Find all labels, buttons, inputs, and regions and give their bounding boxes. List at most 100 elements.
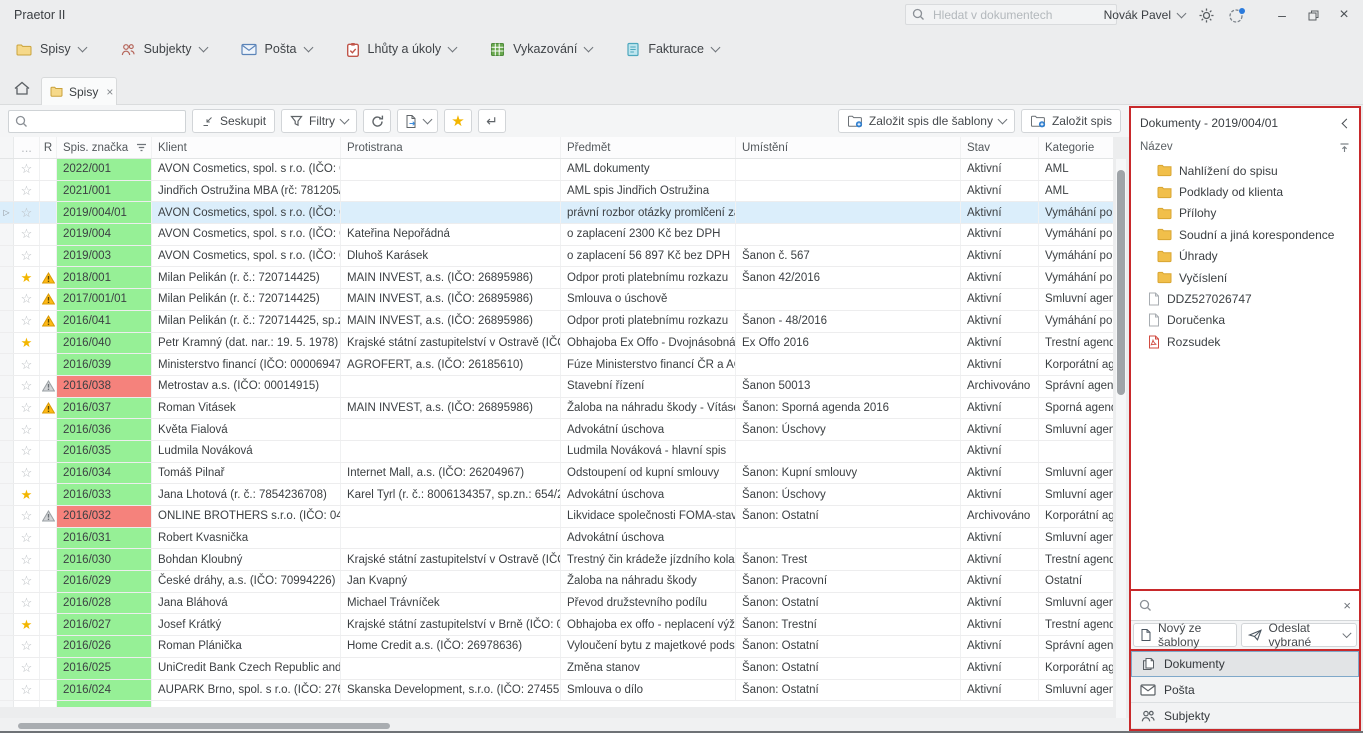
favorite-star[interactable]: ★ (14, 267, 40, 288)
refresh-button[interactable] (363, 109, 391, 133)
favorite-star[interactable]: ☆ (14, 528, 40, 549)
favorite-star[interactable]: ☆ (14, 224, 40, 245)
favorite-star[interactable]: ☆ (14, 289, 40, 310)
tree-item-doc[interactable]: DDZ527026747 (1131, 288, 1359, 309)
menu-item-vykazovani[interactable]: Vykazování (490, 42, 592, 57)
table-row[interactable]: ☆2016/028Jana BláhováMichael TrávníčekPř… (0, 593, 1113, 615)
minimize-button[interactable]: – (1273, 7, 1291, 23)
table-row[interactable]: ☆2017/001/01Milan Pelikán (r. č.: 720714… (0, 289, 1113, 311)
table-row[interactable]: ☆2016/035Ludmila NovákováLudmila Novákov… (0, 441, 1113, 463)
table-row[interactable]: ▷☆2019/004/01AVON Cosmetics, spol. s r.o… (0, 202, 1113, 224)
new-case-button[interactable]: Založit spis (1021, 109, 1121, 133)
favorite-star[interactable]: ☆ (14, 159, 40, 180)
favorite-star[interactable]: ☆ (14, 506, 40, 527)
table-row[interactable]: ★2016/027Josef KrátkýKrajské státní zast… (0, 614, 1113, 636)
panel-search[interactable]: × (1131, 591, 1359, 621)
table-row[interactable]: ☆2016/038Metrostav a.s. (IČO: 00014915)S… (0, 376, 1113, 398)
table-row[interactable]: ★2016/033Jana Lhotová (r. č.: 7854236708… (0, 484, 1113, 506)
table-row[interactable]: ☆2016/024AUPARK Brno, spol. s r.o. (IČO:… (0, 680, 1113, 702)
collapse-panel-icon[interactable] (1342, 118, 1352, 128)
favorite-star[interactable]: ☆ (14, 311, 40, 332)
favorite-star[interactable]: ☆ (14, 202, 40, 223)
table-row[interactable]: ☆2016/037Roman VitásekMAIN INVEST, a.s. … (0, 398, 1113, 420)
favorite-star[interactable]: ☆ (14, 398, 40, 419)
header-klient[interactable]: Klient (152, 137, 341, 158)
table-row[interactable]: ☆2021/001Jindřich Ostružina MBA (rč: 781… (0, 181, 1113, 203)
header-protistrana[interactable]: Protistrana (341, 137, 561, 158)
favorite-star[interactable]: ★ (14, 614, 40, 635)
favorite-star[interactable]: ☆ (14, 354, 40, 375)
table-row[interactable]: ☆2016/030Bohdan KloubnýKrajské státní za… (0, 549, 1113, 571)
global-search[interactable] (905, 4, 1117, 25)
table-search[interactable] (8, 110, 186, 133)
group-button[interactable]: Seskupit (192, 109, 275, 133)
maximize-button[interactable] (1304, 10, 1322, 21)
menu-item-posta[interactable]: Pošta (241, 42, 312, 56)
tree-item-folder[interactable]: Úhrady (1131, 246, 1359, 267)
header-predmet[interactable]: Předmět (561, 137, 736, 158)
favorite-star[interactable]: ☆ (14, 593, 40, 614)
home-button[interactable] (9, 76, 35, 100)
table-row[interactable]: ☆2016/026Roman PláničkaHome Credit a.s. … (0, 636, 1113, 658)
favorite-star[interactable]: ★ (14, 484, 40, 505)
header-stav[interactable]: Stav (961, 137, 1039, 158)
table-row[interactable]: ☆2016/025UniCredit Bank Czech Republic a… (0, 658, 1113, 680)
enter-button[interactable]: ↵ (478, 109, 506, 133)
horizontal-scrollbar-thumb[interactable] (18, 723, 390, 729)
filter-active-icon[interactable] (136, 143, 147, 152)
tree-item-folder[interactable]: Podklady od klienta (1131, 181, 1359, 202)
favorites-filter-button[interactable]: ★ (444, 109, 472, 133)
global-search-input[interactable] (931, 7, 1110, 23)
favorite-star[interactable]: ☆ (14, 463, 40, 484)
favorite-star[interactable]: ★ (14, 333, 40, 354)
menu-item-spisy[interactable]: Spisy (16, 42, 86, 56)
table-row[interactable]: ☆2016/032ONLINE BROTHERS s.r.o. (IČO: 04… (0, 506, 1113, 528)
table-search-input[interactable] (33, 113, 179, 129)
panel-search-input[interactable] (1158, 598, 1337, 614)
favorite-star[interactable]: ☆ (14, 549, 40, 570)
table-row[interactable]: ☆2016/029České dráhy, a.s. (IČO: 7099422… (0, 571, 1113, 593)
table-row[interactable]: ☆2016/039Ministerstvo financí (IČO: 0000… (0, 354, 1113, 376)
menu-item-lhuty-a-ukoly[interactable]: Lhůty a úkoly (346, 42, 457, 57)
settings-gear-icon[interactable] (1198, 7, 1215, 24)
table-row[interactable]: ☆2022/001AVON Cosmetics, spol. s r.o. (I… (0, 159, 1113, 181)
row-expander[interactable]: ▷ (0, 202, 14, 223)
favorite-star[interactable]: ☆ (14, 441, 40, 462)
tab-close-icon[interactable]: × (106, 85, 113, 99)
table-row[interactable]: ☆2019/003AVON Cosmetics, spol. s r.o. (I… (0, 246, 1113, 268)
panel-column-header[interactable]: Název (1131, 136, 1359, 158)
new-case-template-button[interactable]: Založit spis dle šablony (838, 109, 1015, 133)
section-tab-dokumenty[interactable]: Dokumenty (1131, 651, 1359, 677)
table-row[interactable]: ★2018/001Milan Pelikán (r. č.: 720714425… (0, 267, 1113, 289)
favorite-star[interactable]: ☆ (14, 376, 40, 397)
favorite-star[interactable]: ☆ (14, 181, 40, 202)
favorite-star[interactable]: ☆ (14, 680, 40, 701)
new-from-template-button[interactable]: Nový ze šablony (1133, 623, 1237, 647)
table-row[interactable]: ☆2019/004AVON Cosmetics, spol. s r.o. (I… (0, 224, 1113, 246)
tree-item-folder[interactable]: Přílohy (1131, 203, 1359, 224)
clear-search-icon[interactable]: × (1343, 598, 1351, 613)
tree-item-pdf[interactable]: Rozsudek (1131, 331, 1359, 352)
table-row[interactable]: ☆2016/031Robert KvasničkaAdvokátní úscho… (0, 528, 1113, 550)
favorite-star[interactable]: ☆ (14, 419, 40, 440)
header-favorite[interactable]: ... (14, 137, 40, 158)
menu-item-subjekty[interactable]: Subjekty (120, 42, 207, 57)
table-row[interactable]: ☆2016/034Tomáš PilnařInternet Mall, a.s.… (0, 463, 1113, 485)
tree-item-folder[interactable]: Soudní a jiná korespondence (1131, 224, 1359, 245)
close-button[interactable]: × (1335, 6, 1353, 24)
favorite-star[interactable]: ☆ (14, 571, 40, 592)
sync-status-icon[interactable] (1228, 7, 1246, 24)
send-selected-button[interactable]: Odeslat vybrané (1241, 623, 1357, 647)
vertical-scrollbar-thumb[interactable] (1117, 170, 1125, 395)
menu-item-fakturace[interactable]: Fakturace (626, 42, 719, 57)
new-document-button[interactable] (397, 109, 438, 133)
favorite-star[interactable]: ☆ (14, 246, 40, 267)
table-row[interactable]: ☆2016/041Milan Pelikán (r. č.: 720714425… (0, 311, 1113, 333)
header-kategorie[interactable]: Kategorie (1039, 137, 1113, 158)
filters-button[interactable]: Filtry (281, 109, 357, 133)
sort-icon[interactable] (1339, 142, 1350, 153)
tree-item-folder[interactable]: Vyčíslení (1131, 267, 1359, 288)
header-r[interactable]: R (40, 137, 57, 158)
favorite-star[interactable]: ☆ (14, 636, 40, 657)
favorite-star[interactable]: ☆ (14, 658, 40, 679)
